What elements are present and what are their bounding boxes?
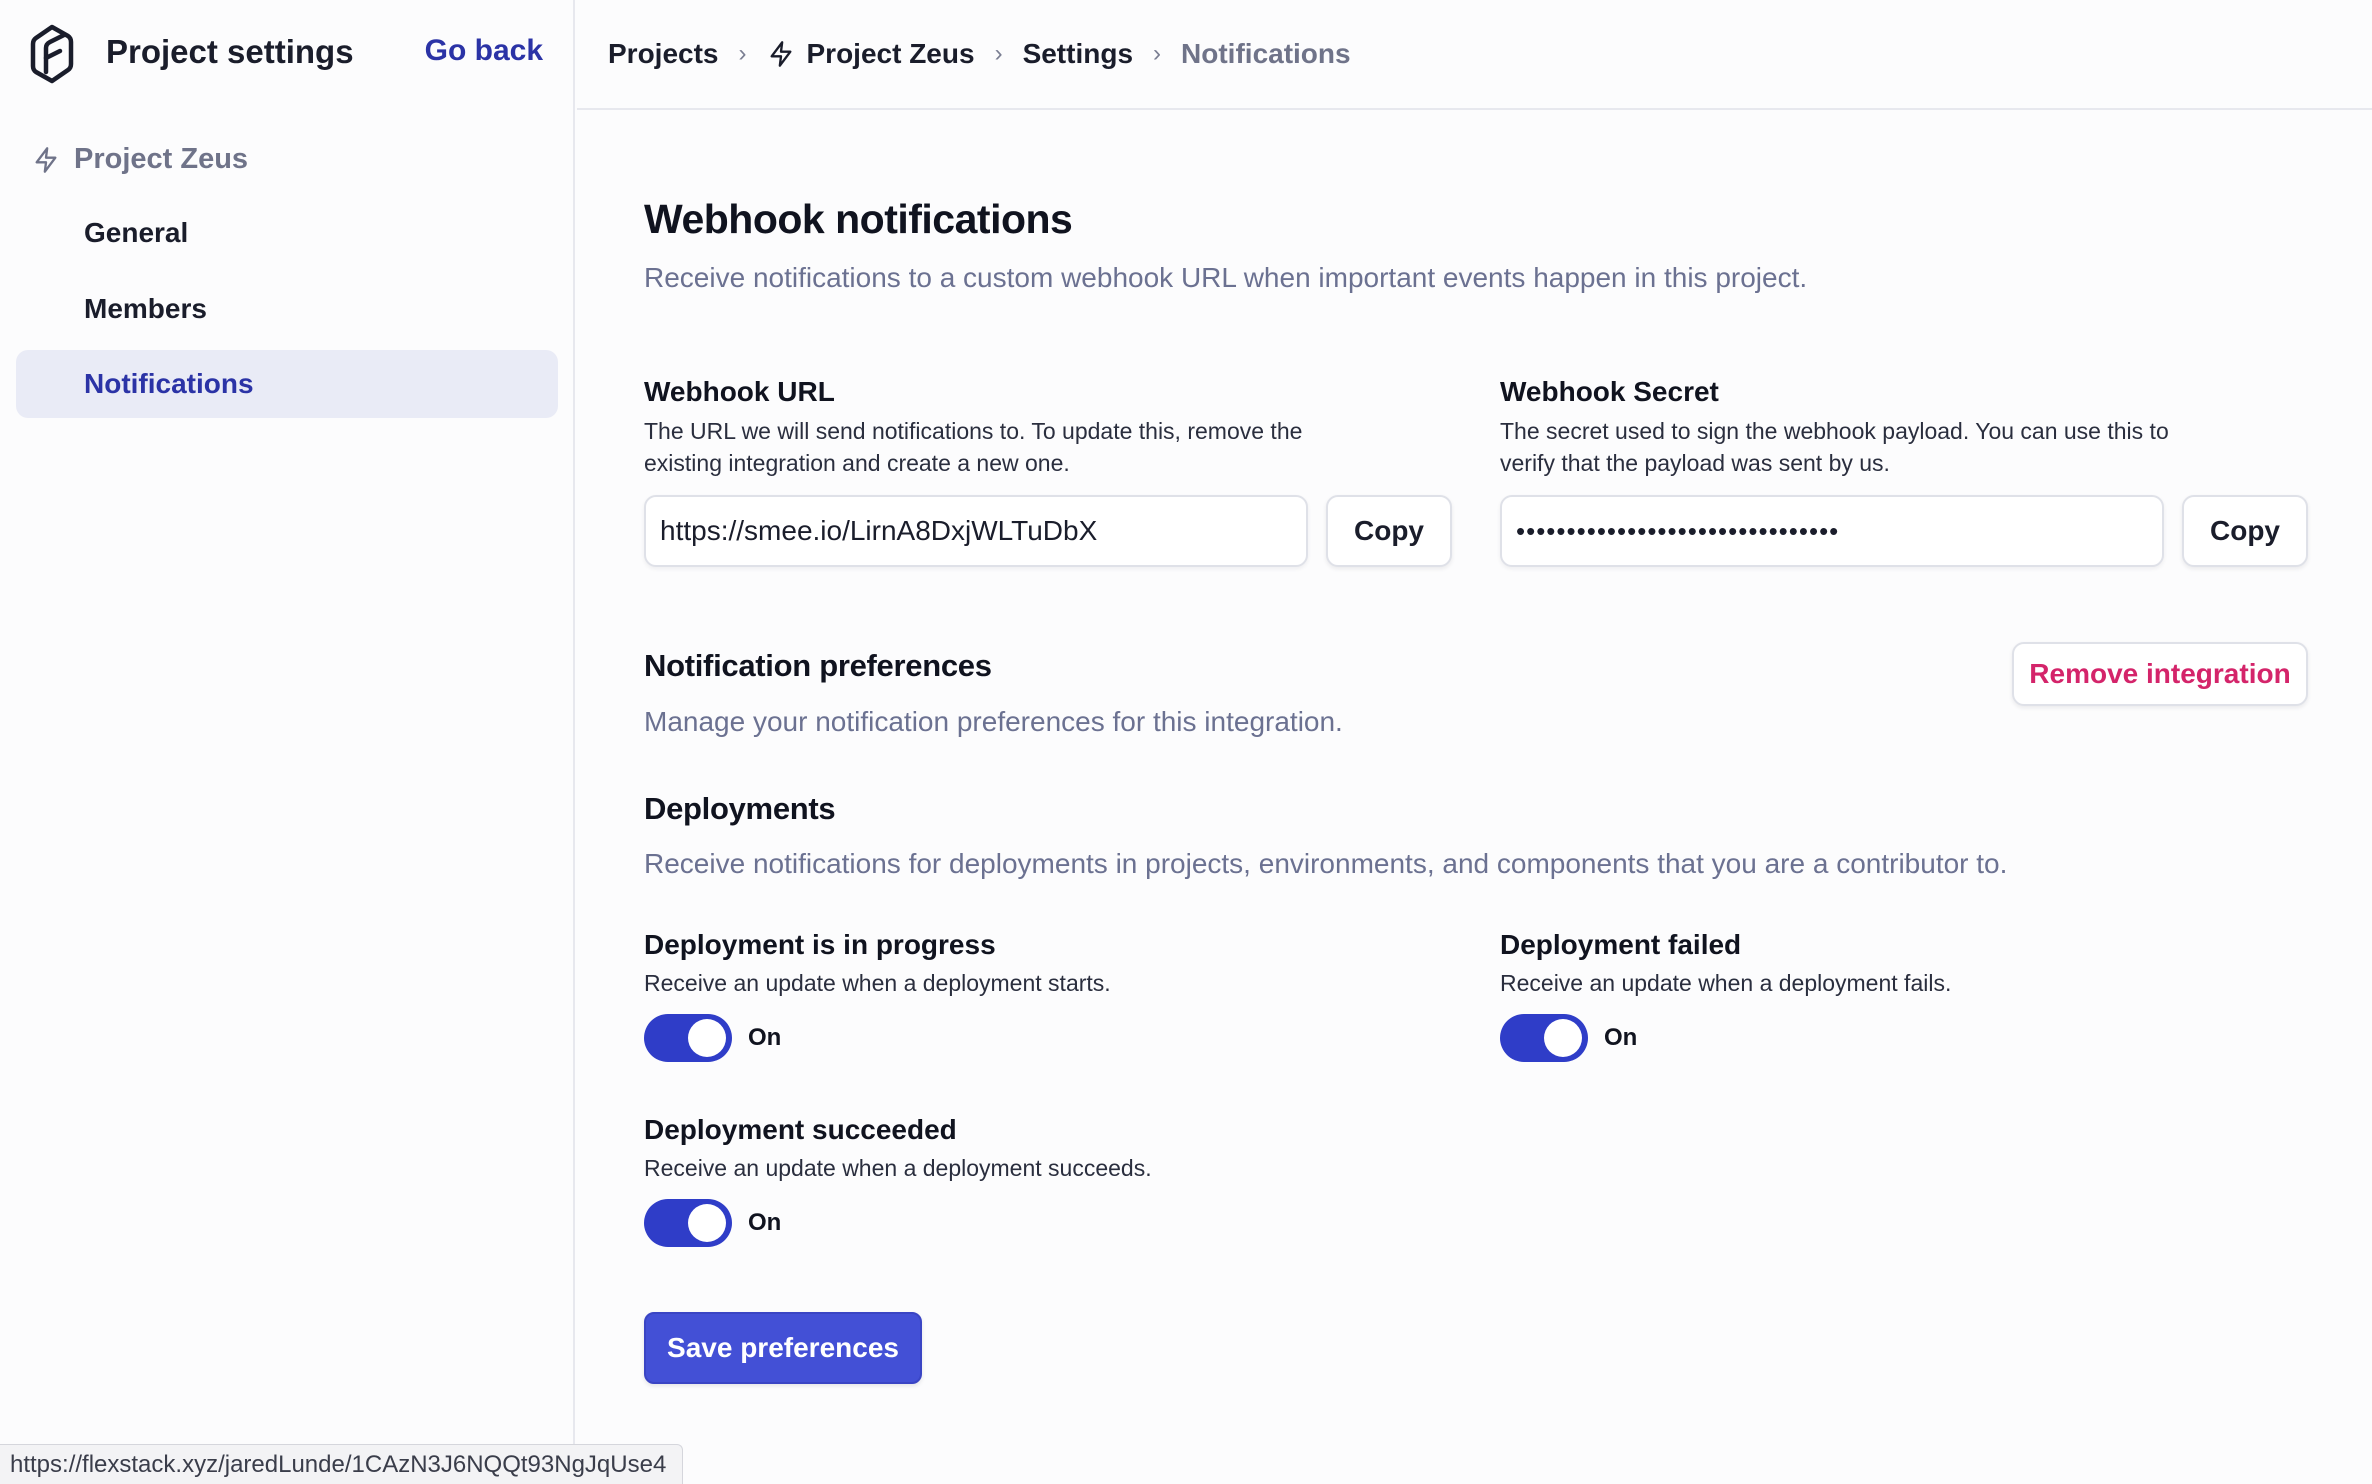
lightning-bolt-icon (35, 146, 57, 173)
breadcrumb-separator: › (1153, 40, 1162, 67)
preferences-title: Notification preferences (644, 648, 992, 683)
sidebar-project-name: Project Zeus (74, 143, 249, 175)
webhook-url-input[interactable]: https://smee.io/LirnA8DxjWLTuDbX (644, 495, 1308, 567)
breadcrumb-separator: › (738, 40, 747, 67)
webhook-secret-label: Webhook Secret (1500, 376, 1719, 407)
sidebar-header: Project settings Go back (0, 0, 575, 110)
breadcrumb-separator: › (994, 40, 1003, 67)
page-title: Webhook notifications (644, 196, 1073, 242)
pref-succeeded-toggle-row: On (644, 1199, 781, 1247)
breadcrumb-label: Notifications (1181, 38, 1351, 69)
pref-in-progress-toggle-row: On (644, 1014, 781, 1062)
lightning-bolt-icon (770, 41, 791, 67)
webhook-secret-input[interactable]: •••••••••••••••••••••••••••••••• (1500, 495, 2164, 567)
deployments-description: Receive notifications for deployments in… (644, 848, 2008, 879)
pref-in-progress-description: Receive an update when a deployment star… (644, 970, 1111, 996)
page-description: Receive notifications to a custom webhoo… (644, 262, 1808, 293)
toggle-knob (688, 1204, 726, 1242)
breadcrumb-label: Settings (1022, 38, 1134, 69)
sidebar-project: Project Zeus (32, 143, 248, 176)
preferences-description: Manage your notification preferences for… (644, 706, 1343, 737)
breadcrumb-label: Project Zeus (806, 38, 975, 69)
pref-failed-toggle-row: On (1500, 1014, 1637, 1062)
webhook-url-description: The URL we will send notifications to. T… (644, 418, 1303, 476)
link-preview-status-bar: https://flexstack.xyz/jaredLunde/1CAzN3J… (0, 1444, 684, 1484)
sidebar-item-general[interactable]: General (16, 199, 558, 267)
pref-succeeded-toggle[interactable] (644, 1199, 732, 1247)
pref-succeeded-title: Deployment succeeded (644, 1114, 957, 1145)
pref-succeeded-state: On (748, 1209, 782, 1236)
sidebar: Project settings Go back Project Zeus Ge… (0, 0, 575, 1484)
sidebar-title: Project settings (106, 33, 354, 70)
save-preferences-button[interactable]: Save preferences (644, 1312, 922, 1384)
pref-in-progress-title: Deployment is in progress (644, 929, 996, 960)
webhook-secret-description: The secret used to sign the webhook payl… (1500, 418, 2169, 476)
copy-url-button[interactable]: Copy (1326, 495, 1452, 567)
copy-secret-button[interactable]: Copy (2182, 495, 2308, 567)
remove-integration-button[interactable]: Remove integration (2012, 642, 2308, 706)
pref-in-progress-state: On (748, 1024, 782, 1051)
toggle-knob (1544, 1019, 1582, 1057)
pref-failed-description: Receive an update when a deployment fail… (1500, 970, 1952, 996)
breadcrumb-settings[interactable]: Settings (1023, 38, 1133, 70)
deployments-title: Deployments (644, 791, 836, 826)
breadcrumb-projects[interactable]: Projects (608, 38, 719, 70)
breadcrumb: Projects › Project Zeus › Settings › Not… (577, 0, 2372, 110)
pref-failed-toggle[interactable] (1500, 1014, 1588, 1062)
go-back-link[interactable]: Go back (425, 34, 543, 68)
webhook-url-label: Webhook URL (644, 376, 835, 407)
pref-failed-state: On (1604, 1024, 1638, 1051)
toggle-knob (688, 1019, 726, 1057)
breadcrumb-notifications: Notifications (1181, 38, 1351, 70)
sidebar-item-notifications[interactable]: Notifications (16, 350, 558, 418)
sidebar-item-members[interactable]: Members (16, 275, 558, 343)
pref-in-progress-toggle[interactable] (644, 1014, 732, 1062)
flexstack-logo-icon (30, 24, 74, 84)
breadcrumb-project-zeus[interactable]: Project Zeus (767, 38, 975, 70)
pref-failed-title: Deployment failed (1500, 929, 1742, 960)
pref-succeeded-description: Receive an update when a deployment succ… (644, 1155, 1152, 1181)
breadcrumb-label: Projects (608, 38, 719, 69)
